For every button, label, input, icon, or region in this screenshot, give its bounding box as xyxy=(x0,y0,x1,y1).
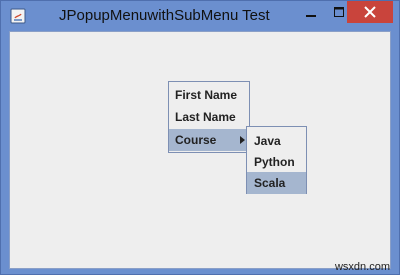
watermark: wsxdn.com xyxy=(334,261,390,273)
window-title: JPopupMenuwithSubMenu Test xyxy=(59,7,270,24)
submenu-item-python[interactable]: Python xyxy=(247,151,306,173)
title-bar[interactable]: JPopupMenuwithSubMenu Test xyxy=(1,1,399,31)
course-submenu: Java Python Scala xyxy=(246,126,307,194)
popup-menu: First Name Last Name Course xyxy=(168,81,250,153)
menu-item-last-name[interactable]: Last Name xyxy=(169,106,249,128)
menu-item-course[interactable]: Course xyxy=(169,129,249,151)
menu-item-label: Last Name xyxy=(175,110,236,124)
submenu-arrow-icon xyxy=(240,136,245,144)
menu-item-label: Course xyxy=(175,133,217,147)
minimize-icon xyxy=(306,15,316,17)
java-app-icon xyxy=(10,8,26,24)
maximize-icon xyxy=(334,7,344,17)
close-icon xyxy=(364,6,376,18)
close-button[interactable] xyxy=(347,1,393,23)
minimize-button[interactable] xyxy=(297,1,325,23)
submenu-item-label: Java xyxy=(254,134,281,148)
submenu-item-java[interactable]: Java xyxy=(247,130,306,152)
submenu-item-scala[interactable]: Scala xyxy=(247,172,306,194)
menu-item-label: First Name xyxy=(175,88,238,102)
menu-item-first-name[interactable]: First Name xyxy=(169,84,249,106)
submenu-item-label: Scala xyxy=(254,176,286,190)
submenu-item-label: Python xyxy=(254,155,295,169)
